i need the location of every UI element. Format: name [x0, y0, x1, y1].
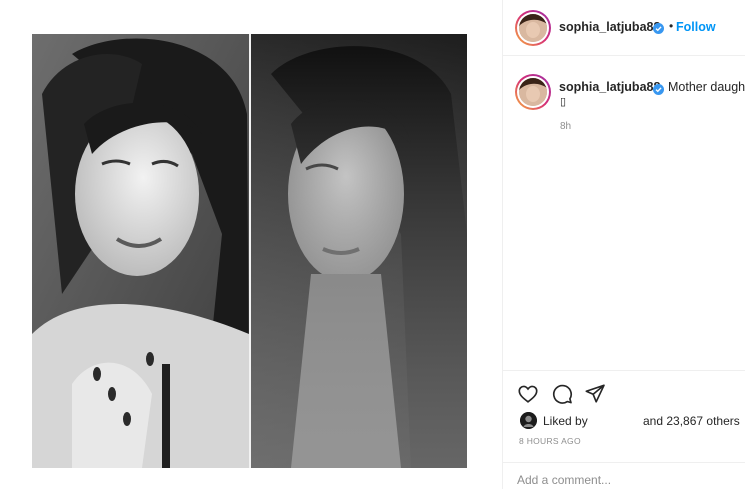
post-caption — [503, 60, 745, 370]
heart-icon[interactable] — [517, 383, 539, 405]
comment-box — [503, 462, 745, 489]
comment-input[interactable] — [517, 473, 732, 487]
post-sidebar: sophia_latjuba88 • Follow sophia_latjuba… — [502, 0, 745, 489]
caption-text: Mother daught — [668, 80, 745, 94]
comment-bubble-icon[interactable] — [551, 383, 573, 405]
verified-badge-icon — [653, 21, 664, 34]
post-timestamp[interactable]: 8 HOURS AGO — [519, 436, 581, 446]
caption-verified-badge-icon — [653, 82, 664, 95]
vintage-photo — [32, 34, 249, 468]
caption-unrendered-glyph: ▯ — [560, 96, 567, 108]
caption-username[interactable]: sophia_latjuba88 — [559, 80, 660, 94]
caption-author-avatar[interactable] — [515, 74, 551, 110]
author-avatar[interactable] — [515, 10, 551, 46]
caption-time[interactable]: 8h — [560, 121, 571, 132]
paper-plane-icon[interactable] — [584, 383, 606, 405]
post-header: sophia_latjuba88 • Follow — [503, 0, 745, 56]
liked-by-avatar[interactable] — [520, 412, 537, 429]
author-username[interactable]: sophia_latjuba88 — [559, 20, 660, 34]
portrait-photo — [251, 34, 467, 468]
follow-button[interactable]: Follow — [676, 20, 716, 34]
post-media[interactable] — [0, 0, 502, 489]
likes-count[interactable]: and 23,867 others — [643, 414, 740, 428]
liked-by-label: Liked by — [543, 414, 588, 428]
follow-separator: • — [669, 19, 674, 33]
